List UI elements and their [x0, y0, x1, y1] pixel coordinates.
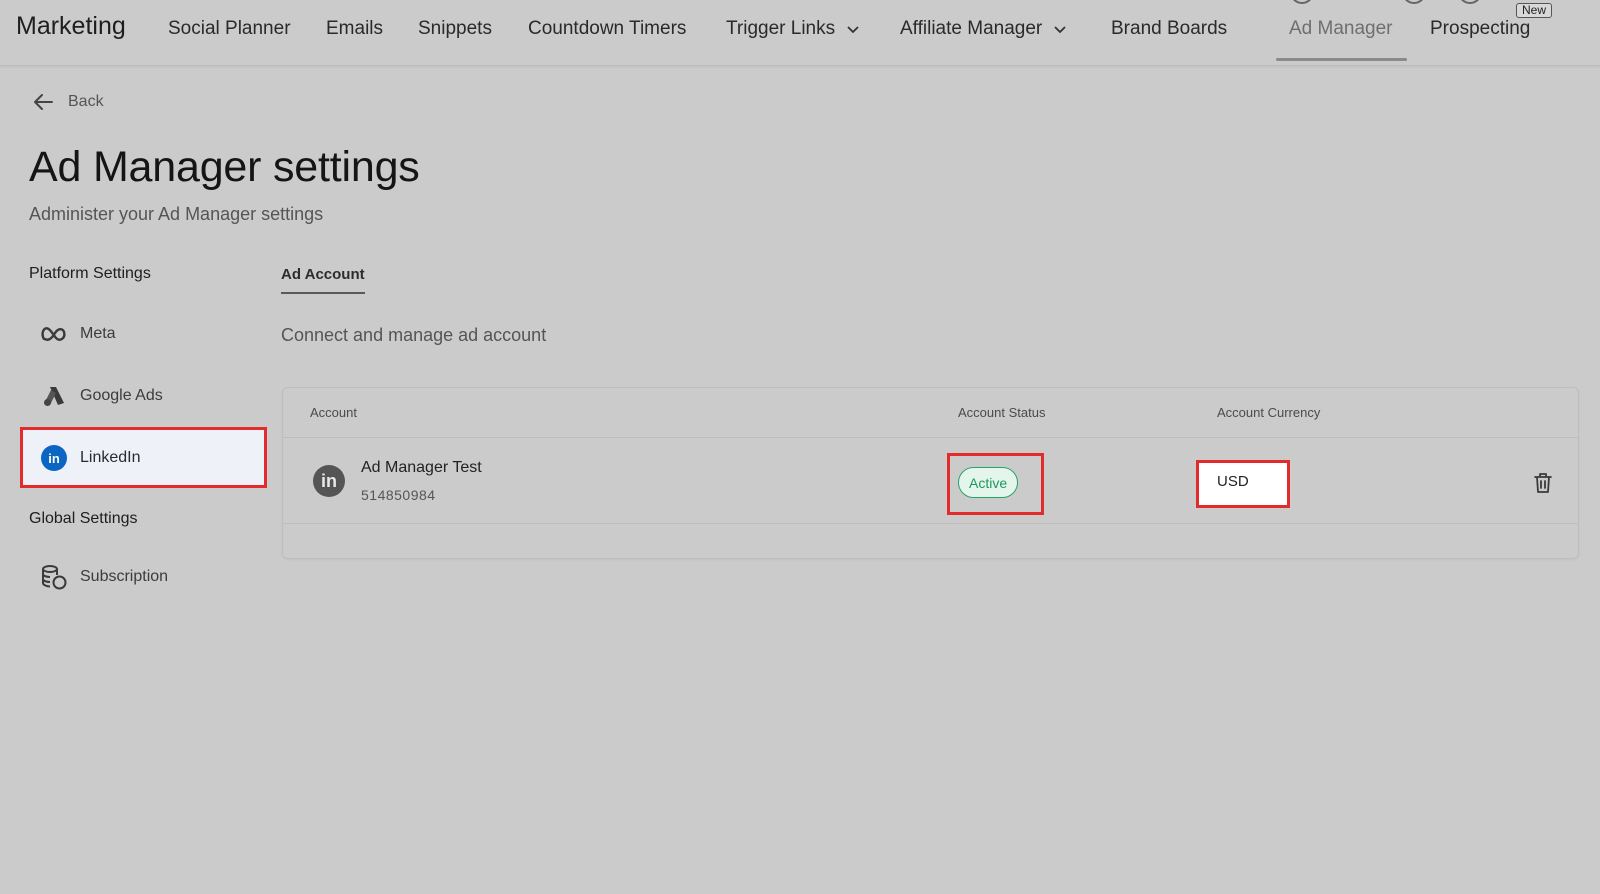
- nav-trigger-links[interactable]: Trigger Links: [726, 18, 861, 40]
- nav-prospecting[interactable]: Prospecting: [1430, 18, 1530, 40]
- back-label: Back: [68, 93, 104, 110]
- account-currency: USD: [1217, 473, 1249, 490]
- account-id: 514850984: [361, 487, 436, 503]
- platform-settings-heading: Platform Settings: [29, 265, 151, 282]
- sidebar-item-label: Meta: [80, 324, 116, 342]
- section-description: Connect and manage ad account: [281, 325, 547, 345]
- column-header-account-currency: Account Currency: [1217, 405, 1321, 420]
- new-badge: New: [1516, 3, 1553, 18]
- trash-icon[interactable]: [1532, 471, 1554, 495]
- column-header-account: Account: [310, 405, 357, 420]
- arrow-left-icon: [34, 94, 53, 110]
- account-name: Ad Manager Test: [361, 459, 482, 476]
- status-badge: Active: [958, 467, 1019, 498]
- tab-ad-account[interactable]: Ad Account: [281, 266, 365, 294]
- chevron-down-icon: [1054, 26, 1066, 34]
- nav-icon-partial: [1402, 0, 1426, 4]
- google-ads-icon: [40, 382, 68, 410]
- linkedin-icon: in: [40, 444, 68, 472]
- back-link[interactable]: Back: [32, 92, 104, 112]
- meta-icon: [40, 320, 68, 348]
- nav-social-planner[interactable]: Social Planner: [168, 18, 291, 40]
- sidebar-item-label: Subscription: [80, 567, 169, 585]
- chevron-down-icon: [847, 26, 859, 34]
- sidebar-item-label: Google Ads: [80, 386, 163, 404]
- global-settings-heading: Global Settings: [29, 510, 138, 527]
- app-title: Marketing: [16, 12, 126, 40]
- table-row: in Ad Manager Test 514850984 Active USD: [283, 439, 1578, 524]
- svg-text:in: in: [48, 451, 60, 466]
- nav-affiliate-manager[interactable]: Affiliate Manager: [900, 18, 1068, 40]
- sidebar-item-google-ads[interactable]: Google Ads: [20, 365, 267, 426]
- top-nav: Marketing Social Planner Emails Snippets…: [0, 0, 1600, 66]
- ad-account-table: Account Account Status Account Currency …: [282, 387, 1579, 559]
- sidebar-item-label: LinkedIn: [80, 448, 141, 466]
- nav-brand-boards[interactable]: Brand Boards: [1111, 18, 1227, 40]
- page-title: Ad Manager settings: [29, 143, 420, 191]
- active-tab-indicator: [1276, 58, 1407, 61]
- nav-countdown-timers[interactable]: Countdown Timers: [528, 18, 686, 40]
- nav-icon-partial: [1458, 0, 1482, 4]
- subscription-icon: [40, 563, 68, 591]
- nav-ad-manager[interactable]: Ad Manager: [1289, 18, 1393, 40]
- nav-icon-partial: [1290, 0, 1314, 4]
- linkedin-avatar-icon: in: [313, 465, 345, 497]
- column-header-account-status: Account Status: [958, 405, 1046, 420]
- sidebar-item-subscription[interactable]: Subscription: [20, 546, 267, 607]
- sidebar-item-linkedin[interactable]: in LinkedIn: [20, 427, 267, 488]
- sidebar-item-meta[interactable]: Meta: [20, 303, 267, 364]
- nav-emails[interactable]: Emails: [326, 18, 383, 40]
- table-header: Account Account Status Account Currency: [283, 388, 1578, 438]
- nav-snippets[interactable]: Snippets: [418, 18, 492, 40]
- page-subtitle: Administer your Ad Manager settings: [29, 204, 324, 224]
